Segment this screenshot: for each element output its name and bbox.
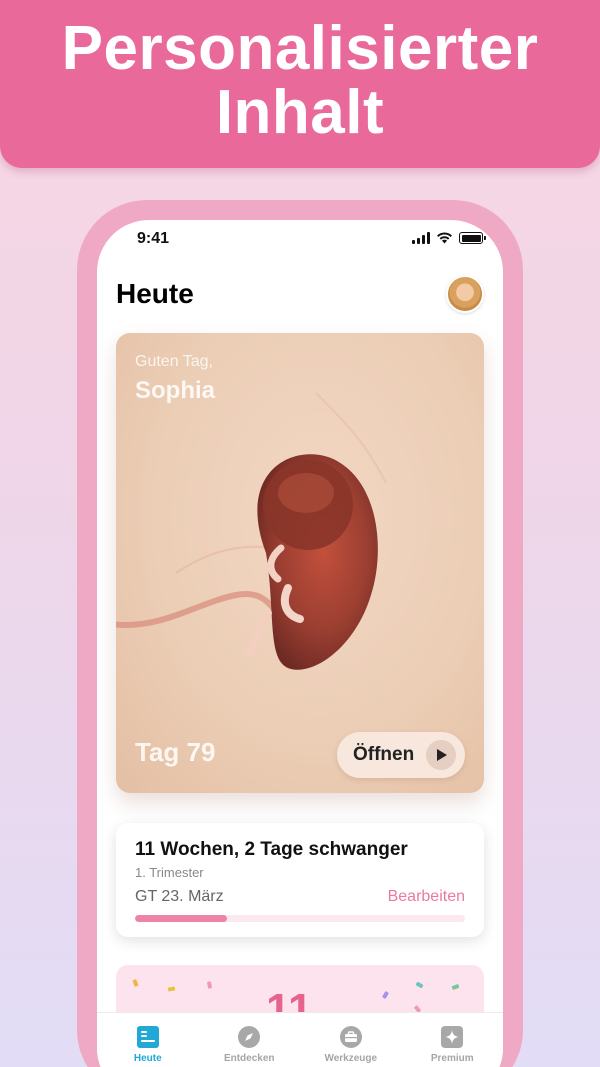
- user-name: Sophia: [135, 377, 216, 404]
- sparkle-icon: [441, 1026, 464, 1048]
- compass-icon: [238, 1026, 261, 1048]
- cellular-signal-icon: [412, 232, 430, 244]
- toolbox-icon: [339, 1026, 362, 1048]
- pregnancy-progress-card[interactable]: 11 Wochen, 2 Tage schwanger 1. Trimester…: [116, 823, 484, 937]
- greeting-text: Guten Tag,: [135, 353, 213, 370]
- edit-link[interactable]: Bearbeiten: [388, 888, 465, 906]
- tab-label-entdecken: Entdecken: [223, 1053, 275, 1064]
- today-icon: [136, 1026, 159, 1048]
- profile-avatar[interactable]: [446, 275, 484, 313]
- promo-banner: Personalisierter Inhalt: [0, 0, 600, 168]
- tab-label-werkzeuge: Werkzeuge: [324, 1053, 378, 1064]
- open-button[interactable]: Öffnen: [337, 732, 465, 778]
- pregnancy-progress-bar: [135, 915, 465, 922]
- due-date: GT 23. März: [135, 888, 224, 905]
- day-counter: Tag 79: [135, 737, 216, 767]
- page-title: Heute: [116, 278, 194, 309]
- pregnancy-progress-fill: [135, 915, 228, 922]
- tab-premium[interactable]: Premium: [402, 1013, 504, 1067]
- status-icons: [412, 232, 486, 244]
- open-button-label: Öffnen: [353, 744, 415, 765]
- daily-hero-card[interactable]: Guten Tag, Sophia Tag 79 Öffnen: [116, 333, 484, 793]
- tab-label-premium: Premium: [430, 1053, 474, 1064]
- status-bar: 9:41: [97, 220, 503, 260]
- tab-label-heute: Heute: [133, 1053, 162, 1064]
- tab-heute[interactable]: Heute: [97, 1013, 199, 1067]
- trimester-label: 1. Trimester: [135, 865, 204, 880]
- pregnancy-week-title: 11 Wochen, 2 Tage schwanger: [135, 839, 408, 860]
- status-time: 9:41: [137, 230, 170, 247]
- wifi-icon: [437, 232, 452, 244]
- tab-entdecken[interactable]: Entdecken: [199, 1013, 301, 1067]
- tab-werkzeuge[interactable]: Werkzeuge: [300, 1013, 402, 1067]
- tab-bar: Heute Entdecken Werkzeuge Premium: [97, 1012, 503, 1067]
- promo-title: Personalisierter Inhalt: [61, 14, 539, 147]
- phone-screen: 9:41 Heute Guten Tag, Sophia Tag 79 Öffn…: [97, 220, 503, 1067]
- play-icon: [426, 740, 456, 770]
- battery-icon: [459, 232, 486, 244]
